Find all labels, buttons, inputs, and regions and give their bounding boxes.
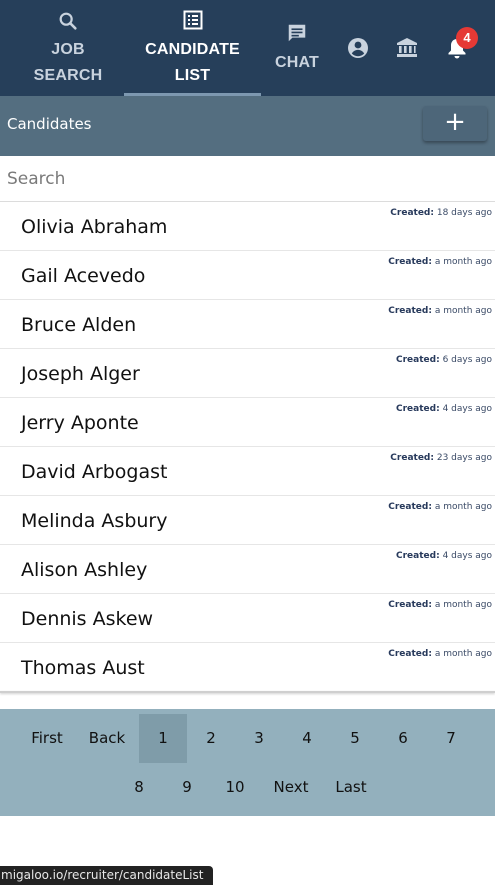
created-label: Created: [390, 208, 434, 218]
candidate-created: Created: 4 days ago [396, 551, 492, 561]
candidate-created: Created: 23 days ago [390, 453, 492, 463]
created-value: a month ago [434, 502, 492, 512]
candidate-row[interactable]: Bruce Alden Created: a month ago [0, 300, 495, 349]
candidate-created: Created: 6 days ago [396, 355, 492, 365]
pagination-page-4[interactable]: 4 [283, 714, 331, 763]
created-value: a month ago [434, 600, 492, 610]
created-label: Created: [396, 551, 440, 561]
pagination-next[interactable]: Next [265, 763, 317, 812]
pagination-page-10[interactable]: 10 [211, 763, 259, 812]
nav-job-search-label: JOB SEARCH [18, 37, 118, 89]
search-bar [0, 156, 495, 202]
pagination-back[interactable]: Back [83, 714, 131, 763]
account-icon[interactable] [346, 36, 370, 64]
notification-badge[interactable]: 4 [456, 27, 478, 49]
pagination-page-7[interactable]: 7 [427, 714, 475, 763]
candidate-row[interactable]: Dennis Askew Created: a month ago [0, 594, 495, 643]
nav-chat[interactable]: CHAT [266, 0, 328, 96]
nav-job-search[interactable]: JOB SEARCH [18, 0, 118, 96]
candidate-row[interactable]: Thomas Aust Created: a month ago [0, 643, 495, 692]
created-label: Created: [388, 649, 432, 659]
candidate-created: Created: 4 days ago [396, 404, 492, 414]
created-label: Created: [388, 502, 432, 512]
created-value: 23 days ago [436, 453, 492, 463]
candidate-row[interactable]: Olivia Abraham Created: 18 days ago [0, 202, 495, 251]
candidate-row[interactable]: Melinda Asbury Created: a month ago [0, 496, 495, 545]
candidate-name[interactable]: Alison Ashley [21, 559, 147, 581]
created-label: Created: [390, 453, 434, 463]
candidate-name[interactable]: Thomas Aust [21, 657, 145, 679]
pagination-page-2[interactable]: 2 [187, 714, 235, 763]
candidate-row[interactable]: Alison Ashley Created: 4 days ago [0, 545, 495, 594]
candidate-name[interactable]: Olivia Abraham [21, 216, 167, 238]
list-divider [0, 691, 495, 693]
status-url: migaloo.io/recruiter/candidateList [0, 866, 213, 885]
nav-candidate-list-label: CANDIDATE LIST [124, 37, 261, 89]
pagination-page-1[interactable]: 1 [139, 714, 187, 763]
candidates-header: Candidates + [0, 96, 495, 156]
pagination-page-6[interactable]: 6 [379, 714, 427, 763]
created-value: 4 days ago [442, 551, 492, 561]
candidate-name[interactable]: David Arbogast [21, 461, 167, 483]
candidate-created: Created: a month ago [388, 502, 492, 512]
list-icon [183, 10, 203, 34]
bank-icon[interactable] [395, 36, 419, 64]
candidate-name[interactable]: Jerry Aponte [21, 412, 139, 434]
candidate-name[interactable]: Dennis Askew [21, 608, 153, 630]
candidate-created: Created: a month ago [388, 306, 492, 316]
candidate-row[interactable]: Jerry Aponte Created: 4 days ago [0, 398, 495, 447]
created-label: Created: [388, 306, 432, 316]
candidate-row[interactable]: Gail Acevedo Created: a month ago [0, 251, 495, 300]
created-label: Created: [396, 404, 440, 414]
nav-cand-line2: LIST [174, 67, 211, 84]
pagination-page-5[interactable]: 5 [331, 714, 379, 763]
created-value: a month ago [434, 306, 492, 316]
page-title: Candidates [7, 115, 92, 133]
candidate-name[interactable]: Melinda Asbury [21, 510, 167, 532]
pagination-page-9[interactable]: 9 [163, 763, 211, 812]
candidate-name[interactable]: Gail Acevedo [21, 265, 145, 287]
candidate-list: Olivia Abraham Created: 18 days ago Gail A… [0, 202, 495, 692]
created-value: 6 days ago [442, 355, 492, 365]
created-label: Created: [388, 257, 432, 267]
created-label: Created: [388, 600, 432, 610]
created-value: a month ago [434, 257, 492, 267]
candidate-name[interactable]: Bruce Alden [21, 314, 136, 336]
search-icon [57, 10, 79, 36]
add-candidate-button[interactable]: + [423, 106, 487, 141]
candidate-created: Created: 18 days ago [390, 208, 492, 218]
pagination: First Back 1 2 3 4 5 6 7 8 9 10 Next Las… [0, 709, 495, 816]
candidate-row[interactable]: Joseph Alger Created: 6 days ago [0, 349, 495, 398]
created-value: a month ago [434, 649, 492, 659]
pagination-page-3[interactable]: 3 [235, 714, 283, 763]
created-label: Created: [396, 355, 440, 365]
pagination-first[interactable]: First [23, 714, 71, 763]
top-nav: JOB SEARCH CANDIDATE LIST CHAT 4 [0, 0, 495, 96]
pagination-page-8[interactable]: 8 [115, 763, 163, 812]
nav-job-line2: SEARCH [33, 67, 103, 84]
candidate-row[interactable]: David Arbogast Created: 23 days ago [0, 447, 495, 496]
nav-job-line1: JOB [51, 41, 85, 58]
search-input[interactable] [0, 156, 495, 201]
candidate-created: Created: a month ago [388, 257, 492, 267]
candidate-created: Created: a month ago [388, 649, 492, 659]
created-value: 4 days ago [442, 404, 492, 414]
candidate-created: Created: a month ago [388, 600, 492, 610]
chat-icon [286, 22, 308, 48]
pagination-last[interactable]: Last [327, 763, 375, 812]
nav-candidate-list[interactable]: CANDIDATE LIST [124, 0, 261, 96]
candidate-name[interactable]: Joseph Alger [21, 363, 140, 385]
nav-chat-label: CHAT [274, 54, 320, 71]
created-value: 18 days ago [436, 208, 492, 218]
nav-cand-line1: CANDIDATE [145, 41, 240, 58]
